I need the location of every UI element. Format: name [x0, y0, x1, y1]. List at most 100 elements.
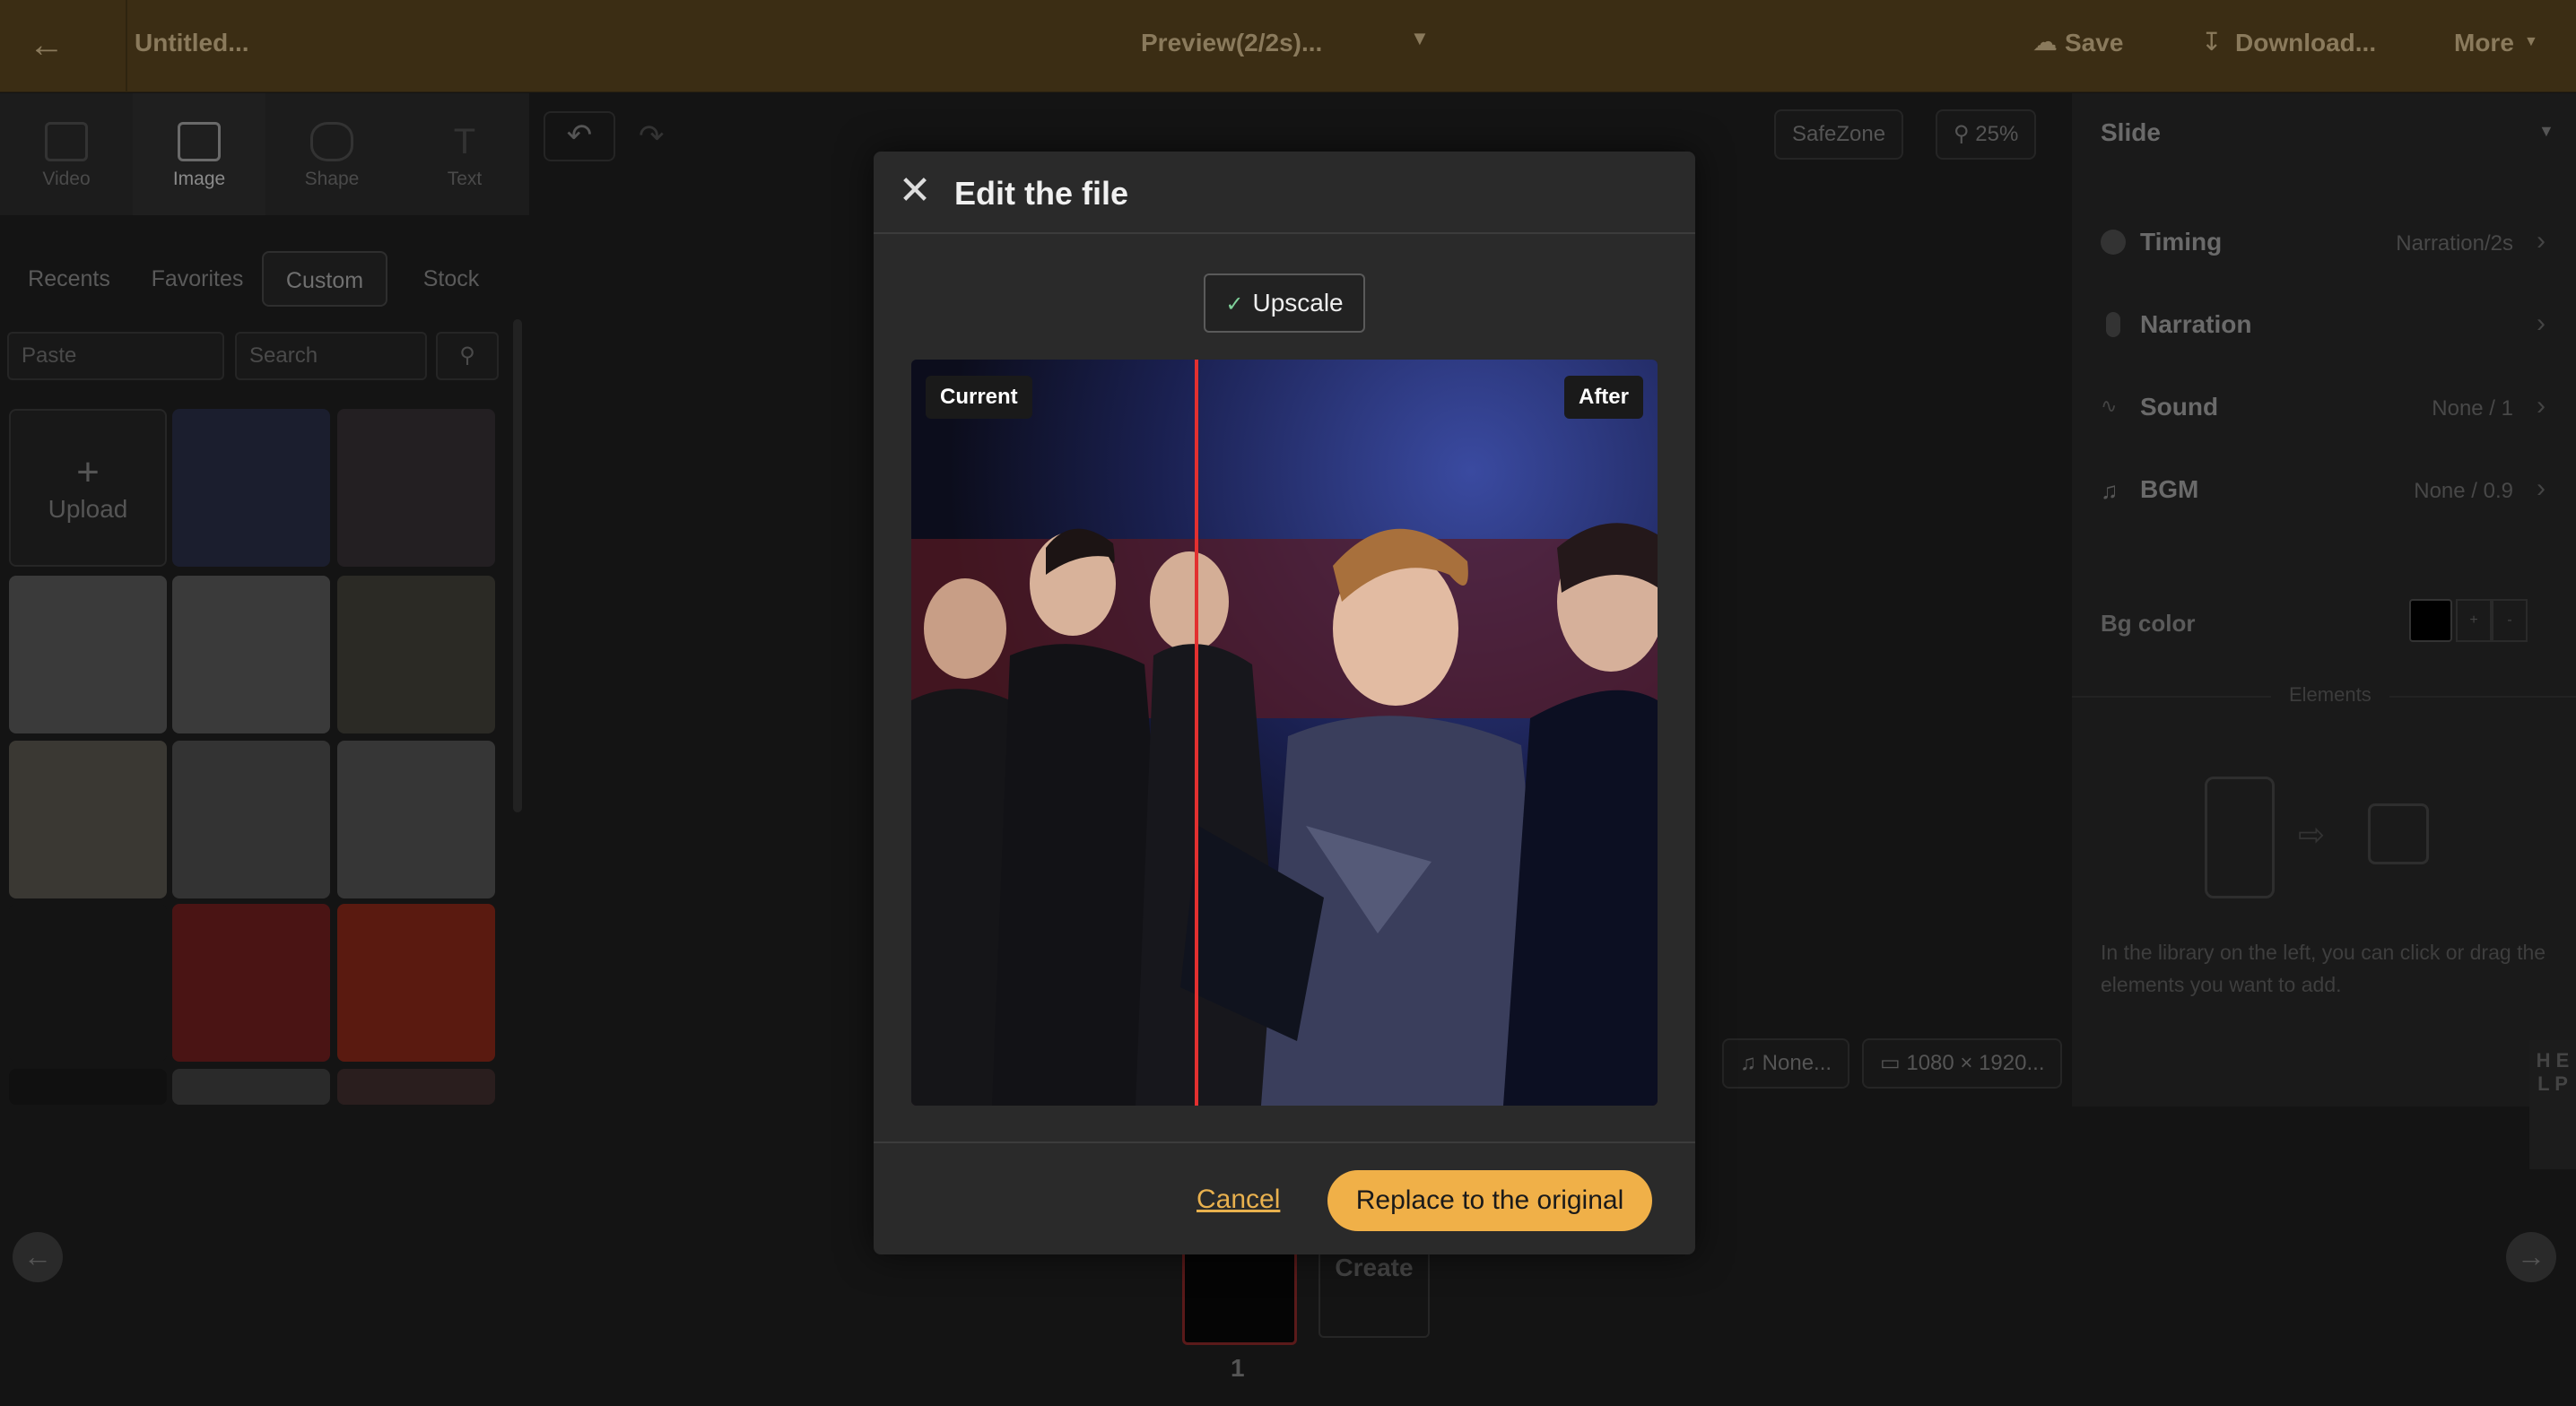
project-title[interactable]: Untitled... [135, 29, 249, 57]
dialog-title: Edit the file [954, 175, 1129, 212]
tool-video[interactable]: Video [0, 93, 133, 215]
narration-row[interactable]: Narration › [2101, 298, 2549, 352]
tool-text[interactable]: T Text [398, 93, 531, 215]
checkmark-icon: ✓ [1225, 292, 1244, 317]
dialog-footer-divider [874, 1141, 1695, 1143]
sound-row[interactable]: ∿ Sound None / 1 › [2101, 380, 2549, 434]
chevron-right-icon: › [2537, 226, 2546, 256]
prev-slide-button[interactable]: ← [13, 1232, 63, 1282]
more-menu-button[interactable]: More [2454, 29, 2514, 57]
dialog-header: ✕ Edit the file [874, 152, 1695, 234]
library-hint-text: In the library on the left, you can clic… [2101, 941, 2546, 996]
bgm-label: BGM [2140, 475, 2199, 503]
properties-panel: Slide ▼ Timing Narration/2s › Narration … [2072, 93, 2576, 1107]
library-thumb[interactable] [337, 576, 495, 733]
canvas-size-value: 1080 × 1920... [1906, 1051, 2045, 1075]
photo-preview [911, 360, 1658, 1106]
close-icon[interactable]: ✕ [897, 171, 933, 211]
tool-label: Text [447, 169, 483, 189]
search-icon[interactable]: ⚲ [436, 332, 499, 380]
more-caret-icon: ▼ [2524, 34, 2538, 49]
comparison-divider-handle[interactable] [1195, 360, 1198, 1106]
tab-stock[interactable]: Stock [395, 251, 508, 307]
sound-label: Sound [2140, 393, 2219, 421]
chevron-right-icon: › [2537, 391, 2546, 421]
caret-down-icon[interactable]: ▼ [1410, 27, 1430, 50]
upload-button[interactable]: + Upload [9, 409, 167, 567]
timing-value: Narration/2s [2396, 231, 2513, 256]
bg-color-swatch[interactable] [2409, 599, 2452, 642]
sound-wave-icon: ∿ [2101, 395, 2118, 417]
tab-recents[interactable]: Recents [9, 251, 129, 307]
spain-flag-thumb[interactable] [337, 904, 495, 1062]
library-thumb[interactable] [337, 1069, 495, 1105]
download-button[interactable]: Download... [2235, 29, 2376, 57]
microphone-icon [2106, 312, 2120, 337]
panel-title: Slide [2101, 118, 2161, 146]
safezone-toggle[interactable]: SafeZone [1774, 109, 1904, 160]
library-thumb[interactable] [172, 576, 330, 733]
element-type-toolbar: Video Image Shape T Text [0, 93, 529, 215]
sound-value: None / 1 [2432, 396, 2513, 421]
zoom-value: 25% [1975, 122, 2019, 146]
upload-label: Upload [48, 495, 128, 523]
undo-button[interactable]: ↶ [544, 111, 615, 161]
comparison-image[interactable]: Current After [911, 360, 1658, 1106]
safezone-label: SafeZone [1792, 122, 1886, 146]
library-thumb[interactable] [9, 1069, 167, 1105]
bg-color-remove-button[interactable]: - [2492, 599, 2528, 642]
redo-button[interactable]: ↷ [639, 118, 665, 154]
audio-selector[interactable]: ♫ None... [1722, 1038, 1850, 1089]
bg-color-add-button[interactable]: + [2456, 599, 2492, 642]
back-arrow-icon[interactable]: ← [29, 25, 72, 68]
search-input[interactable]: Search [235, 332, 427, 380]
bgm-value: None / 0.9 [2414, 479, 2513, 503]
library-thumb[interactable] [9, 576, 167, 733]
save-button[interactable]: Save [2065, 29, 2123, 57]
help-tab[interactable]: H E L P [2529, 1040, 2576, 1169]
youtube-logo-thumb[interactable] [172, 904, 330, 1062]
cancel-button[interactable]: Cancel [1197, 1185, 1280, 1215]
library-thumb[interactable] [337, 741, 495, 898]
library-thumb[interactable] [172, 741, 330, 898]
tab-custom[interactable]: Custom [262, 251, 387, 307]
timing-row[interactable]: Timing Narration/2s › [2101, 215, 2549, 269]
library-thumb[interactable] [172, 409, 330, 567]
library-tabs: Recents Favorites Custom Stock [0, 242, 520, 307]
library-thumb[interactable] [337, 409, 495, 567]
tool-shape[interactable]: Shape [265, 93, 398, 215]
upscale-label: Upscale [1252, 289, 1344, 317]
tool-label: Shape [304, 169, 360, 189]
replace-original-button[interactable]: Replace to the original [1327, 1170, 1652, 1231]
caret-down-icon[interactable]: ▼ [2538, 122, 2554, 141]
canvas-size-selector[interactable]: ▭ 1080 × 1920... [1862, 1038, 2063, 1089]
bgm-row[interactable]: ♫ BGM None / 0.9 › [2101, 463, 2549, 516]
download-icon: ↧ [2201, 28, 2223, 56]
edit-file-dialog: ✕ Edit the file ✓ Upscale Current After … [874, 152, 1695, 1254]
upscale-toggle[interactable]: ✓ Upscale [1204, 273, 1365, 333]
text-icon: T [453, 122, 476, 161]
library-thumb[interactable] [172, 1069, 330, 1105]
chevron-right-icon: › [2537, 473, 2546, 503]
source-select[interactable]: Paste [7, 332, 224, 380]
library-thumb[interactable] [9, 741, 167, 898]
elements-heading: Elements [2271, 683, 2389, 707]
slide-number: 1 [1231, 1354, 1245, 1382]
music-note-icon: ♫ [2101, 477, 2119, 504]
tab-favorites[interactable]: Favorites [135, 251, 260, 307]
tool-label: Image [172, 169, 226, 189]
library-scrollbar[interactable] [513, 319, 522, 812]
chevron-right-icon: › [2537, 308, 2546, 338]
library-thumb[interactable] [9, 904, 167, 1062]
bg-color-label: Bg color [2101, 610, 2196, 637]
next-slide-button[interactable]: → [2506, 1232, 2556, 1282]
timing-label: Timing [2140, 228, 2223, 256]
current-label: Current [926, 376, 1032, 419]
plus-icon: + [76, 450, 100, 494]
divider [126, 0, 127, 92]
zoom-control[interactable]: ⚲ 25% [1936, 109, 2037, 160]
phone-grid-icon [2205, 777, 2275, 898]
tool-image[interactable]: Image [133, 93, 265, 215]
pentagon-icon [310, 122, 353, 161]
preview-selector[interactable]: Preview(2/2s)... [1141, 29, 1322, 57]
